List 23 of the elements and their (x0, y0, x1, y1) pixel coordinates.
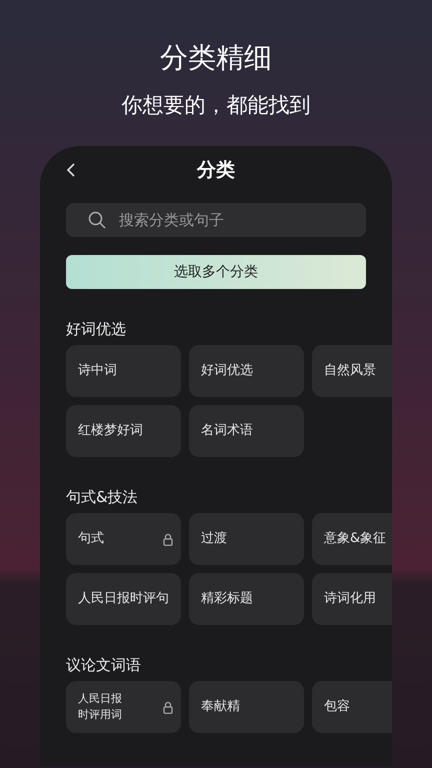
category-tile[interactable]: 人民日报时评用词 (66, 681, 181, 733)
search-field[interactable]: 搜索分类或句子 (66, 203, 366, 237)
back-icon[interactable] (66, 162, 76, 178)
category-tile[interactable]: 名词术语 (189, 405, 304, 457)
screen-title: 分类 (197, 158, 235, 183)
category-tile[interactable]: 奉献精 (189, 681, 304, 733)
category-tile[interactable]: 人民日报时评句 (66, 573, 181, 625)
headline: 分类精细 (159, 40, 273, 76)
section-title: 好词优选 (66, 319, 127, 339)
subline: 你想要的，都能找到 (120, 92, 312, 119)
section-title: 议论文词语 (66, 655, 142, 675)
category-tile[interactable]: 过渡 (189, 513, 304, 565)
category-tile[interactable]: 红楼梦好词 (66, 405, 181, 457)
category-tile[interactable]: 句式 (66, 513, 181, 565)
category-tile[interactable]: 精彩标题 (189, 573, 304, 625)
category-tile[interactable]: 意象&象征 (312, 513, 392, 565)
category-tile[interactable]: 诗词化用 (312, 573, 392, 625)
category-tile[interactable]: 诗中词 (66, 345, 181, 397)
category-tile[interactable]: 包容 (312, 681, 392, 733)
category-tile[interactable]: 好词优选 (189, 345, 304, 397)
category-tile[interactable]: 自然风景 (312, 345, 392, 397)
multi-select-button[interactable]: 选取多个分类 (66, 255, 366, 289)
section-title: 句式&技法 (66, 487, 139, 507)
